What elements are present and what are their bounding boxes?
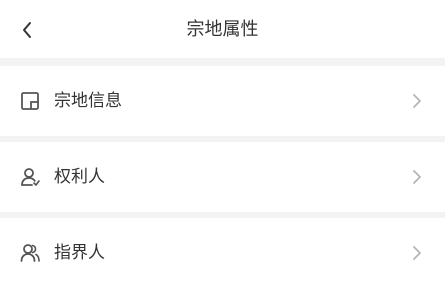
chevron-right-icon <box>413 170 421 184</box>
menu-item-label: 宗地信息 <box>54 91 122 111</box>
parcel-info-icon <box>21 92 39 110</box>
chevron-right-icon <box>413 94 421 108</box>
menu-item-parcel-info[interactable]: 宗地信息 <box>0 66 445 136</box>
boundary-people-icon <box>20 244 40 262</box>
chevron-right-icon <box>413 246 421 260</box>
menu-item-owner[interactable]: 权利人 <box>0 142 445 212</box>
owner-user-icon <box>21 168 40 186</box>
menu-item-label: 指界人 <box>54 243 105 263</box>
menu-item-label: 权利人 <box>54 167 105 187</box>
top-app-bar: 宗地属性 <box>0 0 445 58</box>
menu-item-boundary-people[interactable]: 指界人 <box>0 218 445 288</box>
page-title: 宗地属性 <box>186 19 259 40</box>
